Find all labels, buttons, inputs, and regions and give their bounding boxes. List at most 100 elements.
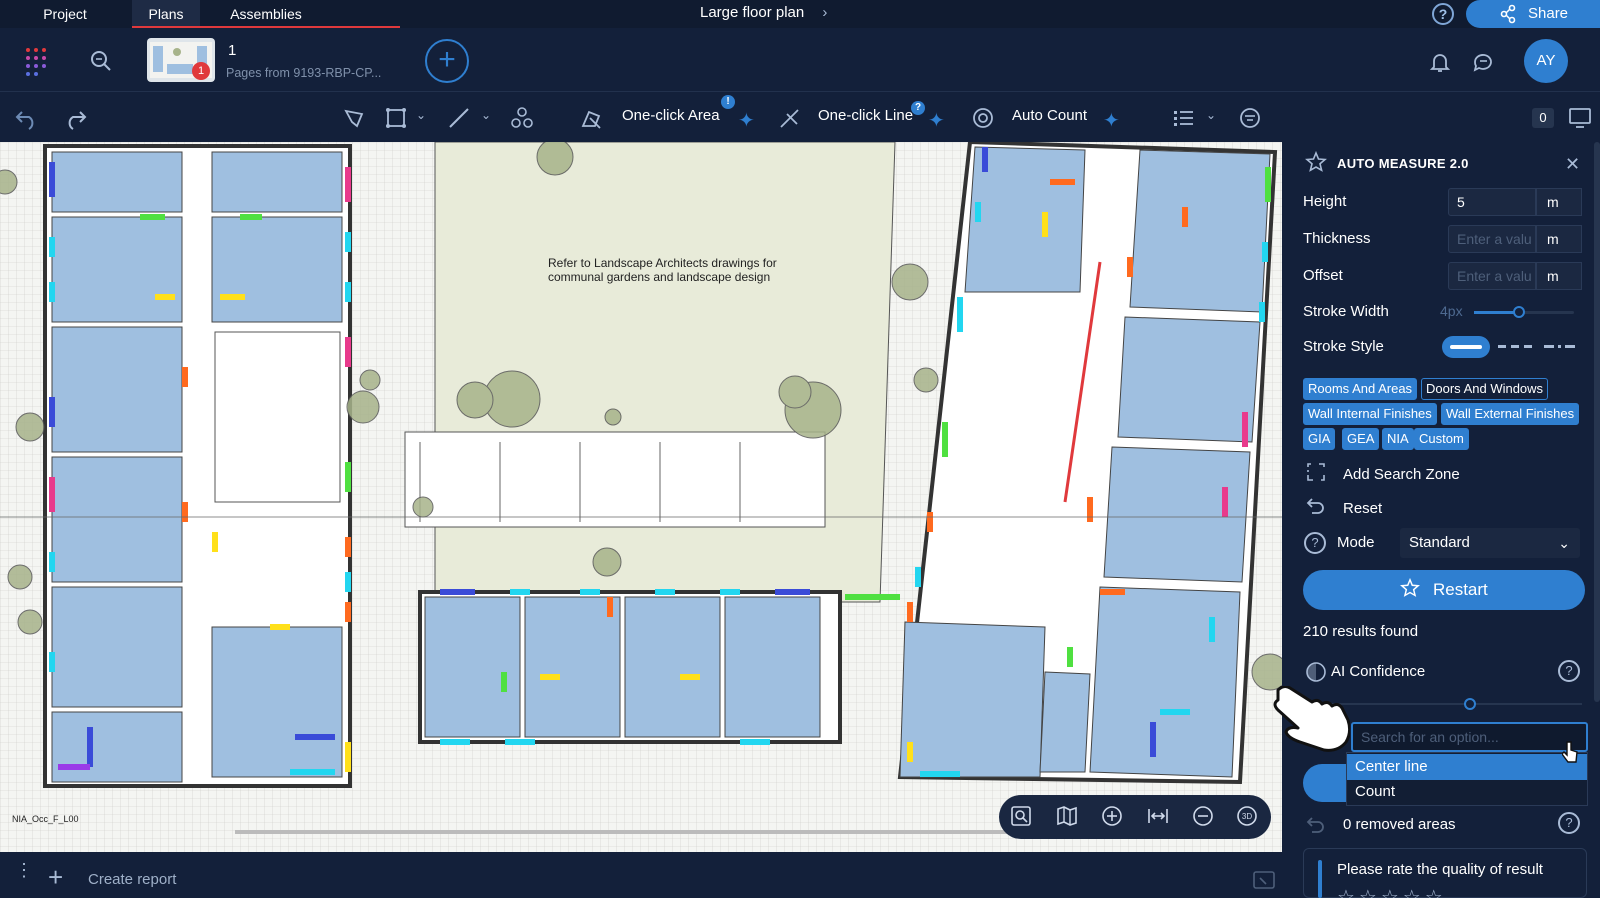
chevron-down-icon[interactable]: ⌄ [416,108,426,122]
nia-label: NIA_Occ_F_L00 [12,814,79,824]
zoom-in-icon[interactable] [1100,804,1124,828]
add-search-zone-button[interactable]: Add Search Zone [1343,466,1460,483]
chevron-down-icon[interactable]: ⌄ [481,108,491,122]
thickness-input[interactable]: Enter a valu [1448,225,1536,253]
app-grid-icon[interactable] [24,46,56,83]
filter-icon[interactable] [1238,106,1262,135]
mouse-pointer-icon [1561,740,1578,769]
more-options-icon[interactable]: ⋮ [15,861,33,879]
stroke-style-solid[interactable] [1442,336,1490,358]
thickness-label: Thickness [1303,230,1371,247]
restart-button[interactable]: Restart [1303,570,1585,610]
chip-nia[interactable]: NIA [1382,428,1414,450]
chip-wall-internal-finishes[interactable]: Wall Internal Finishes [1303,403,1437,425]
auto-measure-icon [1305,150,1327,178]
zoom-out-icon[interactable] [1191,804,1215,828]
tab-plans[interactable]: Plans [132,0,200,28]
removed-areas-count: 0 removed areas [1343,816,1456,833]
notification-bell-icon[interactable] [1428,50,1452,79]
height-unit-select[interactable]: m [1536,188,1582,216]
results-count: 210 results found [1303,623,1419,640]
restart-icon [1400,573,1421,613]
chip-rooms-and-areas[interactable]: Rooms And Areas [1303,378,1418,400]
removed-areas-help-icon[interactable]: ? [1558,812,1580,834]
sparkle-icon: ✦ [738,110,755,132]
svg-text:3D: 3D [1242,812,1252,821]
page-source: Pages from 9193-RBP-CP... [226,66,382,80]
chip-wall-external-finishes[interactable]: Wall External Finishes [1441,403,1580,425]
ai-confidence-help-icon[interactable]: ? [1558,660,1580,682]
list-icon[interactable] [1172,106,1196,135]
stroke-width-value: 4px [1440,303,1463,319]
restart-label: Restart [1432,580,1488,599]
mode-select-value: Standard [1409,534,1470,551]
count-tool-icon[interactable] [510,106,534,135]
thumbnail-badge: 1 [192,62,210,80]
ai-confidence-icon [1305,661,1327,688]
sparkle-icon: ✦ [1103,110,1120,132]
removed-areas-icon [1305,814,1327,841]
rating-stars[interactable]: ☆☆☆☆☆ [1337,884,1447,898]
document-title[interactable]: Large floor plan › [700,0,827,28]
height-input[interactable]: 5 [1448,188,1536,216]
one-click-area-button[interactable]: One-click Area [622,107,720,124]
polygon-tool-icon[interactable] [342,106,366,135]
mode-help-icon[interactable]: ? [1304,532,1326,554]
option-center-line[interactable]: Center line [1347,754,1587,780]
3d-view-icon[interactable]: 3D [1235,804,1259,828]
one-click-line-info-badge: ? [911,101,925,115]
tab-project[interactable]: Project [28,0,102,28]
option-count[interactable]: Count [1347,779,1587,805]
plus-icon[interactable]: + [48,864,63,890]
chip-custom[interactable]: Custom [1414,428,1469,450]
ai-confidence-label: AI Confidence [1331,663,1426,680]
chip-doors-and-windows[interactable]: Doors And Windows [1421,378,1549,400]
one-click-line-icon[interactable] [778,106,804,135]
undo-icon[interactable] [14,106,40,135]
option-search-input[interactable]: Search for an option... [1351,722,1588,752]
share-label: Share [1528,5,1569,22]
rectangle-tool-icon[interactable] [384,106,408,135]
comments-icon[interactable] [1471,50,1495,79]
chip-gia[interactable]: GIA [1303,428,1336,450]
thickness-unit-select[interactable]: m [1536,225,1582,253]
stroke-width-slider-knob[interactable] [1513,306,1525,318]
auto-count-icon[interactable] [971,106,995,135]
auto-count-button[interactable]: Auto Count [1012,107,1087,124]
zoom-controls [999,795,1271,839]
ai-confidence-slider-knob[interactable] [1464,698,1476,710]
stroke-width-slider[interactable] [1474,306,1574,318]
sparkle-icon: ✦ [928,110,945,132]
fit-width-icon[interactable] [1146,804,1170,828]
share-button[interactable]: Share [1466,0,1600,28]
zoom-fit-icon[interactable] [1009,804,1033,828]
reset-button[interactable]: Reset [1343,500,1382,517]
search-icon[interactable] [89,49,113,78]
add-page-button[interactable]: + [425,39,469,83]
create-report-button[interactable]: Create report [88,871,176,888]
chevron-down-icon[interactable]: ⌄ [1206,108,1216,122]
rating-prompt: Please rate the quality of result [1337,861,1543,878]
avatar[interactable]: AY [1524,39,1568,83]
screen-capture-icon[interactable] [1252,870,1276,897]
stroke-style-dash-dot[interactable] [1544,345,1578,348]
offset-input[interactable]: Enter a valu [1448,262,1536,290]
one-click-area-info-badge: ! [721,95,735,109]
ai-confidence-slider[interactable] [1318,698,1582,710]
stroke-style-dashed[interactable] [1498,345,1532,348]
one-click-area-icon[interactable] [580,106,606,135]
header [0,28,1600,92]
help-icon[interactable]: ? [1432,3,1454,25]
panel-scrollbar[interactable] [1594,142,1600,702]
monitor-icon[interactable] [1568,106,1592,135]
offset-unit-select[interactable]: m [1536,262,1582,290]
plan-canvas[interactable]: Refer to Landscape Architects drawings f… [0,142,1282,852]
one-click-line-button[interactable]: One-click Line [818,107,913,124]
map-icon[interactable] [1055,804,1079,828]
chip-gea[interactable]: GEA [1342,428,1380,450]
mode-select[interactable]: Standard ⌄ [1400,528,1580,558]
close-icon[interactable]: ✕ [1565,154,1580,175]
line-tool-icon[interactable] [447,106,471,135]
redo-icon[interactable] [62,106,88,135]
tab-assemblies[interactable]: Assemblies [214,0,318,28]
